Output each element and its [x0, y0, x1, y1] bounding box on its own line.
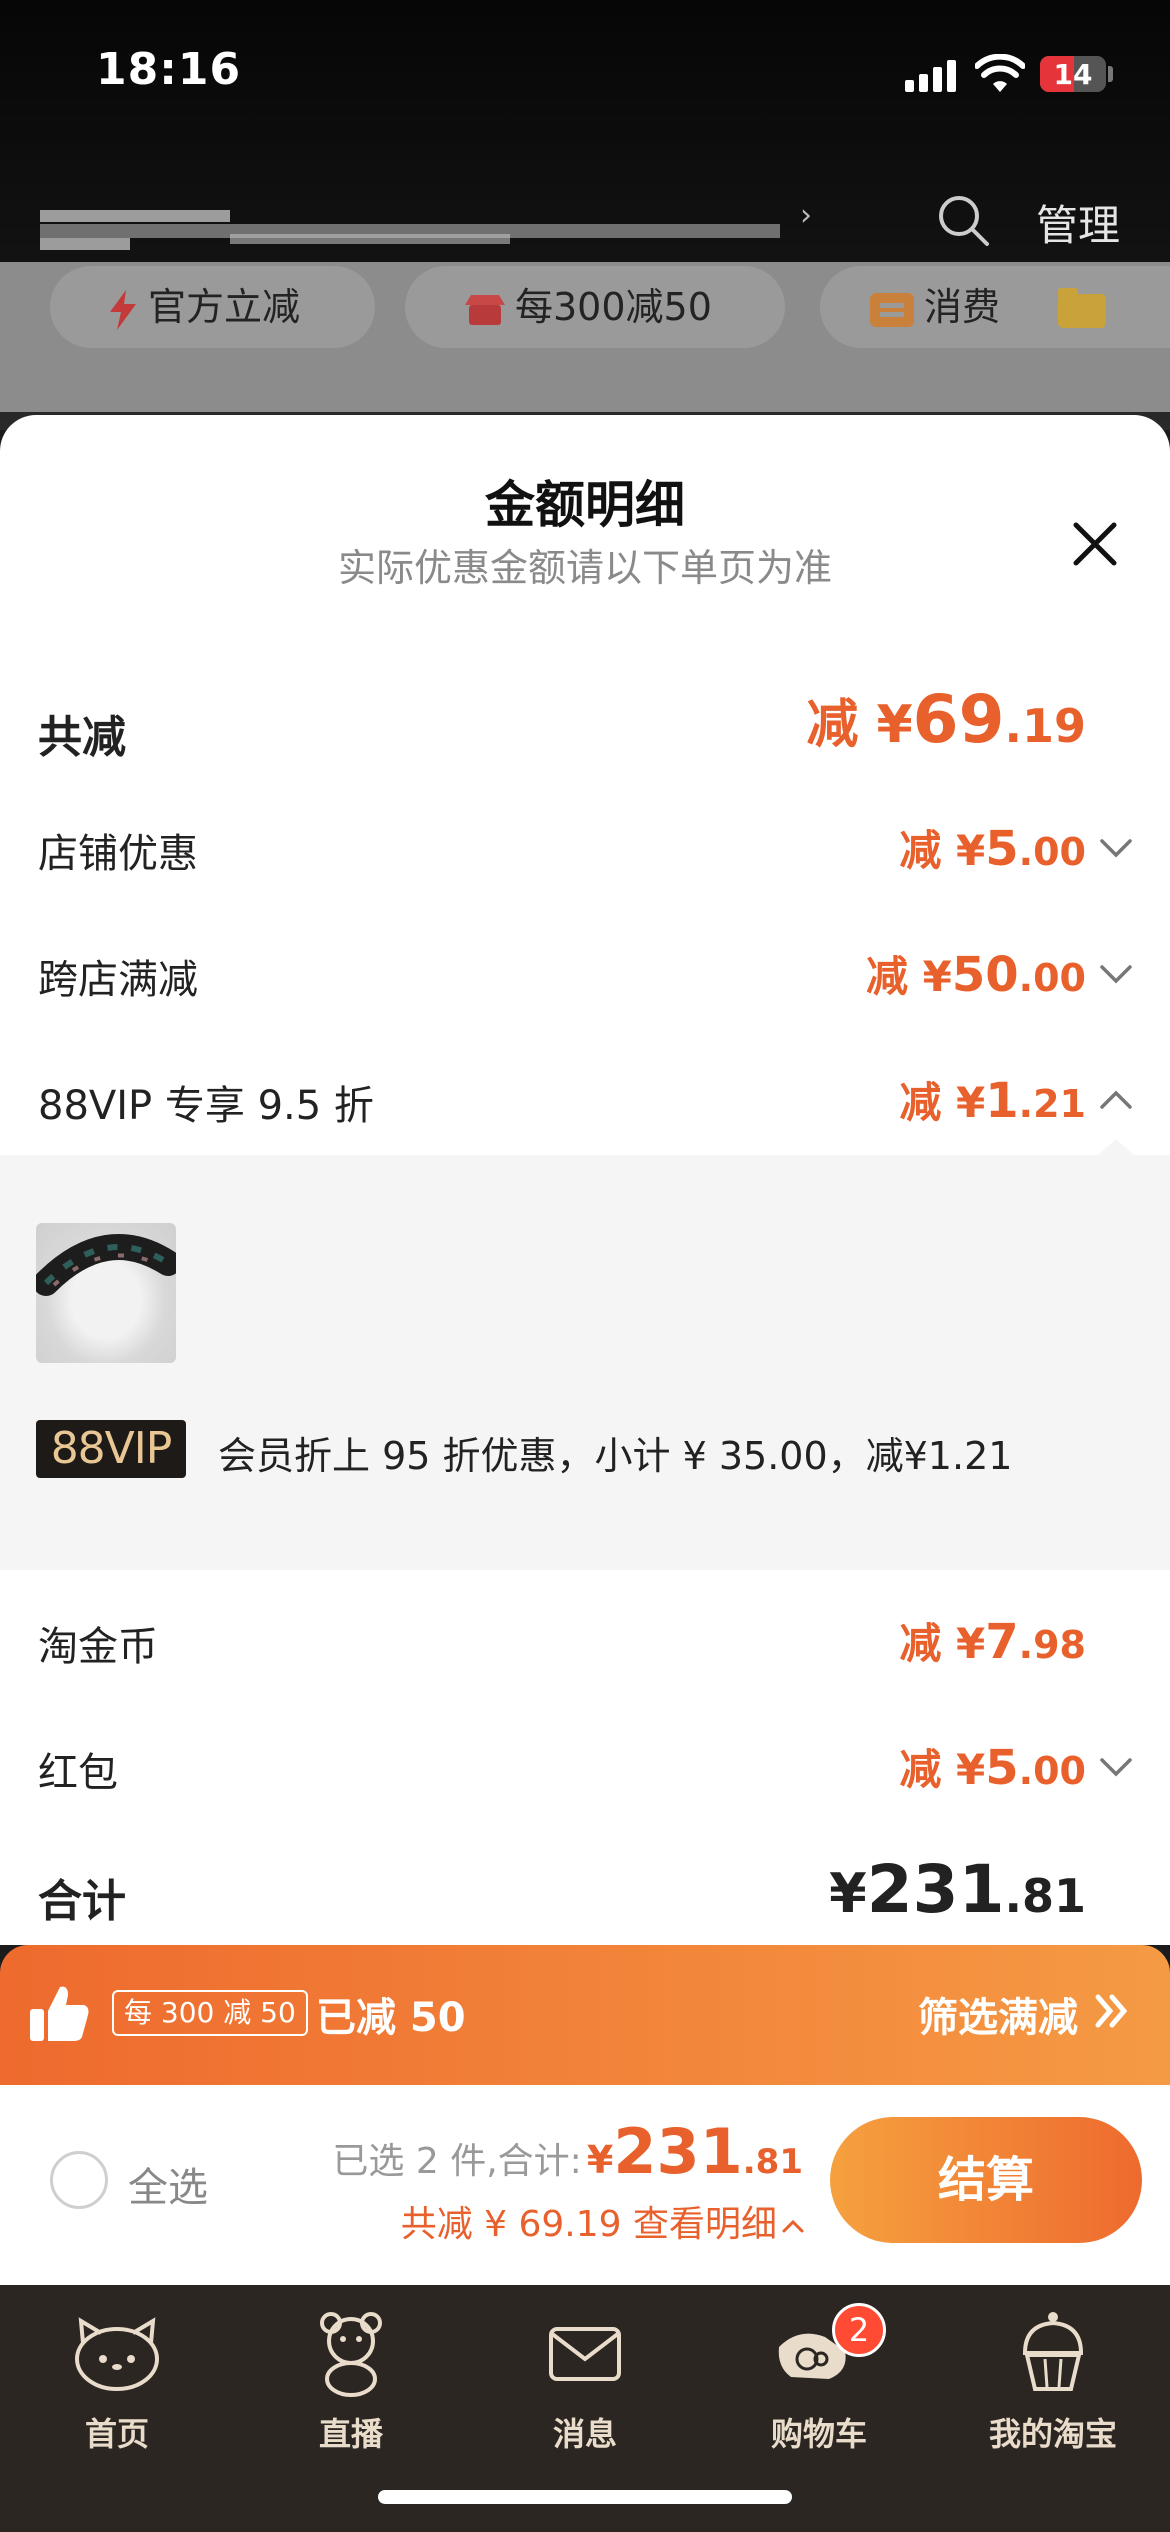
row-label: 红包: [38, 1750, 118, 1796]
checkout-bar: 全选 已选 2 件,合计: ¥231.81 共减 ¥ 69.19 查看明细 结算: [0, 2085, 1170, 2285]
tab-messages[interactable]: 消息: [468, 2285, 702, 2475]
folder-icon: [1058, 288, 1106, 328]
tab-cart[interactable]: 2 购物车: [702, 2285, 936, 2475]
vip-badge: 88VIP: [36, 1420, 186, 1478]
cross-store-discount-row[interactable]: 跨店满减 减 ¥50.00: [0, 923, 1170, 1023]
coin-discount-row: 淘金币 减 ¥7.98: [0, 1590, 1170, 1690]
cross-store-promo-banner: 每 300 减 50 已减 50 筛选满减: [0, 1945, 1170, 2085]
row-amount: 减 ¥7.98: [899, 1614, 1086, 1670]
amount-detail-sheet: 金额明细 实际优惠金额请以下单页为准 共减 减 ¥69.19 店铺优惠 减 ¥5…: [0, 415, 1170, 1945]
lightning-icon: [110, 289, 136, 330]
headband-image: [36, 1234, 176, 1296]
cellular-signal-icon: [905, 58, 957, 92]
teddy-bear-icon: [320, 2312, 382, 2397]
shop-icon: [465, 294, 505, 325]
store-chevron-icon: ›: [800, 198, 812, 233]
store-name-blurred[interactable]: [40, 200, 780, 252]
select-all-label[interactable]: 全选: [128, 2155, 208, 2213]
battery-icon: 14: [1040, 56, 1106, 92]
wifi-icon: [975, 54, 1025, 92]
cart-count-badge: 2: [832, 2303, 886, 2357]
grand-total-label: 合计: [38, 1876, 126, 1927]
sheet-subtitle: 实际优惠金额请以下单页为准: [337, 546, 832, 590]
total-discount-amount: 减 ¥69.19: [806, 681, 1086, 758]
promo-done-text: 已减 50: [316, 1995, 466, 2041]
manage-button[interactable]: 管理: [1036, 192, 1120, 253]
vip-detail-panel: 88VIP 会员折上 95 折优惠，小计 ¥ 35.00，减¥1.21: [0, 1139, 1170, 1570]
status-time: 18:16: [96, 44, 242, 95]
tab-my-taobao[interactable]: 我的淘宝: [936, 2285, 1170, 2475]
grand-total-amount: ¥231.81: [829, 1851, 1086, 1928]
red-packet-row[interactable]: 红包 减 ¥5.00: [0, 1716, 1170, 1816]
home-indicator: [378, 2490, 792, 2504]
promo-filter-strip: 官方立减 每300减50 消费: [0, 262, 1170, 412]
row-amount: 减 ¥5.00: [899, 821, 1086, 877]
search-icon[interactable]: [935, 192, 991, 248]
tab-home[interactable]: 首页: [0, 2285, 234, 2475]
select-all-checkbox[interactable]: [50, 2151, 108, 2209]
row-label: 跨店满减: [38, 957, 198, 1003]
row-label: 店铺优惠: [38, 831, 198, 877]
background-page: 18:16 14 › 管理 官方立减 每300减50 消费: [0, 0, 1170, 430]
double-chevron-right-icon[interactable]: [1092, 1991, 1132, 2031]
promo-tag: 每 300 减 50: [112, 1990, 308, 2036]
store-discount-row[interactable]: 店铺优惠 减 ¥5.00: [0, 797, 1170, 897]
close-icon[interactable]: [1062, 511, 1128, 577]
hello-kitty-icon: [75, 2317, 159, 2391]
pill-consumption[interactable]: 消费: [820, 266, 1170, 348]
envelope-icon: [549, 2327, 621, 2381]
chevron-up-icon: [782, 2219, 804, 2233]
thumbs-up-icon: [30, 1986, 89, 2041]
vip-detail-text: 会员折上 95 折优惠，小计 ¥ 35.00，减¥1.21: [218, 1434, 1013, 1478]
sheet-title: 金额明细: [485, 476, 685, 534]
coupon-icon: [870, 292, 914, 327]
filter-discount-link[interactable]: 筛选满减: [918, 1985, 1078, 2043]
product-thumbnail[interactable]: [36, 1223, 176, 1363]
row-amount: 减 ¥1.21: [899, 1073, 1086, 1129]
chevron-down-icon[interactable]: [1098, 1752, 1134, 1780]
chevron-up-icon[interactable]: [1098, 1085, 1134, 1113]
status-bar: 18:16 14: [0, 0, 1170, 140]
total-discount-label: 共减: [38, 712, 126, 763]
total-discount-row: 共减 减 ¥69.19: [0, 677, 1170, 777]
chevron-down-icon[interactable]: [1098, 833, 1134, 861]
row-label: 88VIP 专享 9.5 折: [38, 1083, 374, 1129]
pill-cross-store[interactable]: 每300减50: [405, 266, 785, 348]
row-amount: 减 ¥50.00: [866, 947, 1086, 1003]
view-detail-link[interactable]: 共减 ¥ 69.19 查看明细: [401, 2195, 805, 2247]
row-amount: 减 ¥5.00: [899, 1740, 1086, 1796]
store-header: › 管理: [0, 170, 1170, 270]
row-label: 淘金币: [38, 1624, 158, 1670]
chevron-down-icon[interactable]: [1098, 959, 1134, 987]
grand-total-row: 合计 ¥231.81: [0, 1841, 1170, 1941]
tab-live[interactable]: 直播: [234, 2285, 468, 2475]
selected-summary: 已选 2 件,合计: ¥231.81: [332, 2115, 803, 2188]
checkout-button[interactable]: 结算: [830, 2117, 1142, 2243]
pill-official-discount[interactable]: 官方立减: [50, 266, 375, 348]
cupcake-icon: [1022, 2312, 1084, 2391]
vip-discount-row[interactable]: 88VIP 专享 9.5 折 减 ¥1.21: [0, 1049, 1170, 1149]
